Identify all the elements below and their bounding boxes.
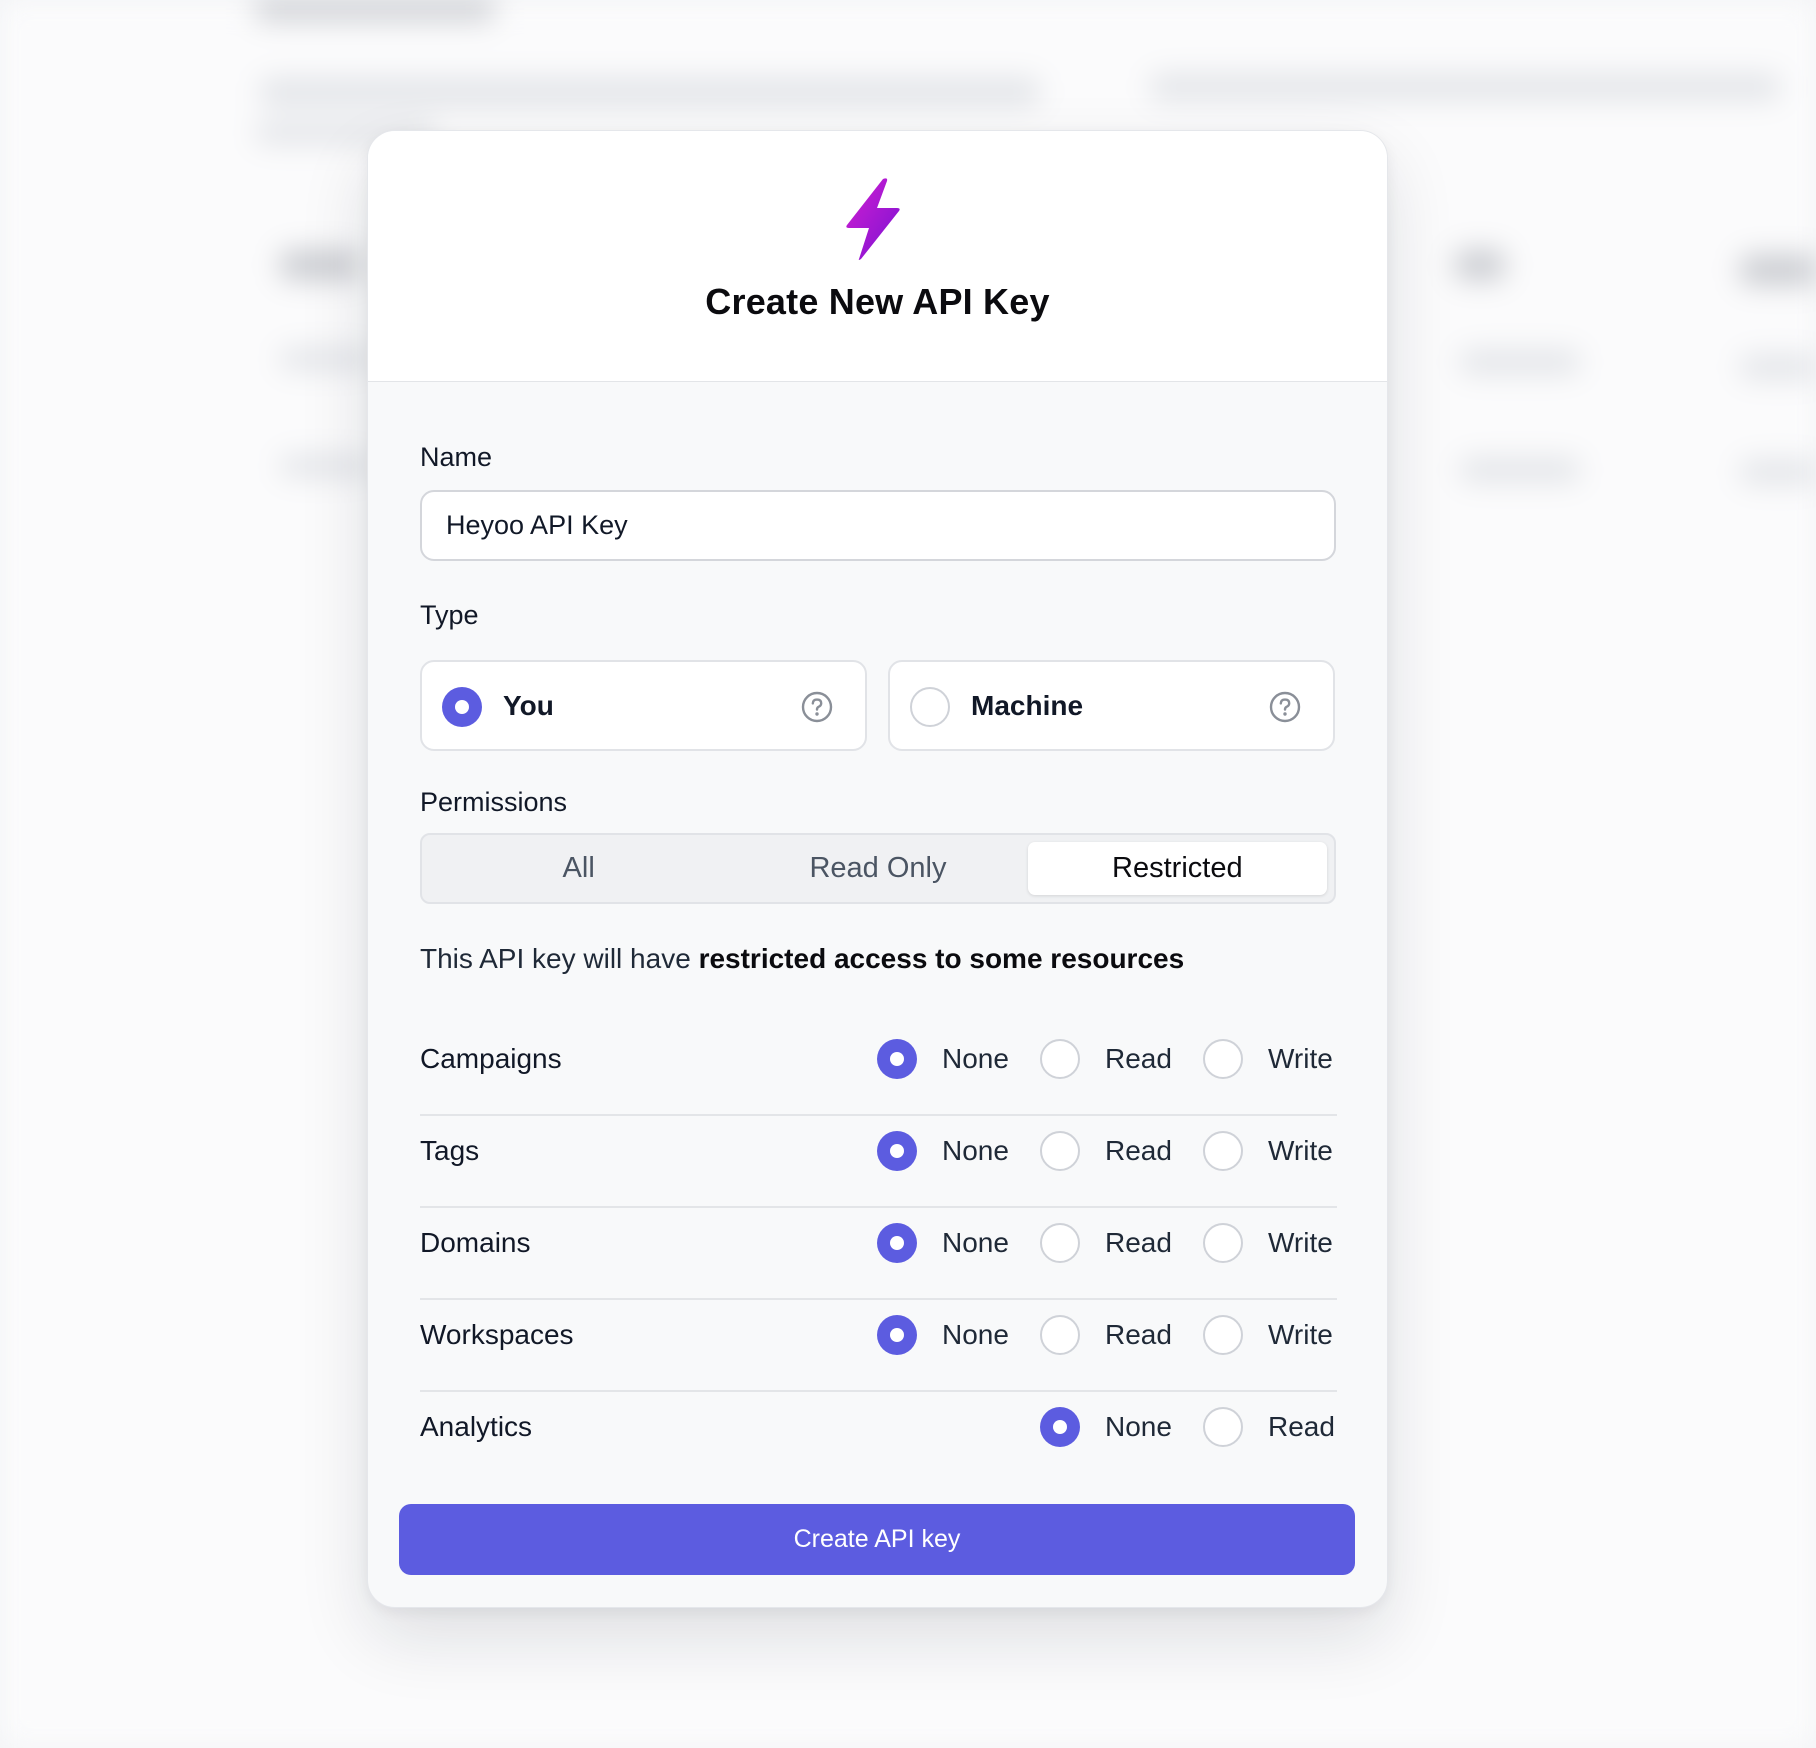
radio-none[interactable]	[1040, 1407, 1080, 1447]
permission-row-tags: Tags None Read Write	[420, 1116, 1337, 1208]
tab-all[interactable]: All	[429, 842, 728, 895]
option-label: Write	[1268, 1135, 1333, 1166]
radio-none[interactable]	[877, 1131, 917, 1171]
permission-row-domains: Domains None Read Write	[420, 1208, 1337, 1300]
option-label: Read	[1105, 1135, 1172, 1166]
option-label: Read	[1105, 1227, 1172, 1258]
create-api-key-button[interactable]: Create API key	[399, 1504, 1355, 1575]
type-machine-radio[interactable]	[910, 687, 950, 727]
tab-restricted[interactable]: Restricted	[1027, 842, 1327, 895]
radio-read[interactable]	[1203, 1407, 1243, 1447]
radio-write[interactable]	[1203, 1315, 1243, 1355]
option-label: Read	[1268, 1411, 1335, 1442]
type-you-radio[interactable]	[442, 687, 482, 727]
bolt-icon	[846, 178, 900, 260]
permissions-description: This API key will have restricted access…	[420, 943, 1184, 975]
option-label: None	[942, 1319, 1009, 1350]
create-api-key-modal: Create New API Key Name Type You Machine…	[367, 130, 1388, 1608]
type-option-label: You	[503, 690, 554, 721]
resource-name: Campaigns	[420, 1043, 562, 1074]
modal-header: Create New API Key	[368, 131, 1387, 382]
radio-write[interactable]	[1203, 1039, 1243, 1079]
permission-row-campaigns: Campaigns None Read Write	[420, 1024, 1337, 1116]
help-icon[interactable]	[1269, 691, 1301, 723]
type-label: Type	[420, 600, 479, 630]
name-input[interactable]	[420, 490, 1336, 561]
help-icon[interactable]	[801, 691, 833, 723]
permissions-label: Permissions	[420, 787, 568, 817]
radio-read[interactable]	[1040, 1039, 1080, 1079]
radio-read[interactable]	[1040, 1223, 1080, 1263]
description-text: This API key will have	[420, 943, 691, 974]
option-label: Write	[1268, 1227, 1333, 1258]
option-label: None	[942, 1043, 1009, 1074]
permission-row-workspaces: Workspaces None Read Write	[420, 1300, 1337, 1392]
option-label: None	[942, 1135, 1009, 1166]
name-label: Name	[420, 442, 493, 472]
radio-none[interactable]	[877, 1039, 917, 1079]
radio-read[interactable]	[1040, 1315, 1080, 1355]
option-label: Read	[1105, 1043, 1172, 1074]
permissions-segmented-control: All Read Only Restricted	[420, 833, 1336, 904]
type-option-you[interactable]: You	[420, 660, 867, 751]
radio-write[interactable]	[1203, 1223, 1243, 1263]
radio-read[interactable]	[1040, 1131, 1080, 1171]
description-emphasis: restricted access to some resources	[698, 943, 1185, 974]
option-label: None	[1105, 1411, 1172, 1442]
resource-name: Analytics	[420, 1411, 533, 1442]
permission-row-analytics: Analytics None Read	[420, 1392, 1337, 1484]
modal-title: Create New API Key	[705, 281, 1050, 322]
radio-write[interactable]	[1203, 1131, 1243, 1171]
resource-name: Domains	[420, 1227, 531, 1258]
type-option-label: Machine	[971, 690, 1084, 721]
resource-name: Tags	[420, 1135, 480, 1166]
resource-name: Workspaces	[420, 1319, 574, 1350]
option-label: Write	[1268, 1043, 1333, 1074]
type-option-machine[interactable]: Machine	[888, 660, 1335, 751]
option-label: None	[942, 1227, 1009, 1258]
radio-none[interactable]	[877, 1315, 917, 1355]
option-label: Write	[1268, 1319, 1333, 1350]
tab-read-only[interactable]: Read Only	[728, 842, 1027, 895]
radio-none[interactable]	[877, 1223, 917, 1263]
option-label: Read	[1105, 1319, 1172, 1350]
